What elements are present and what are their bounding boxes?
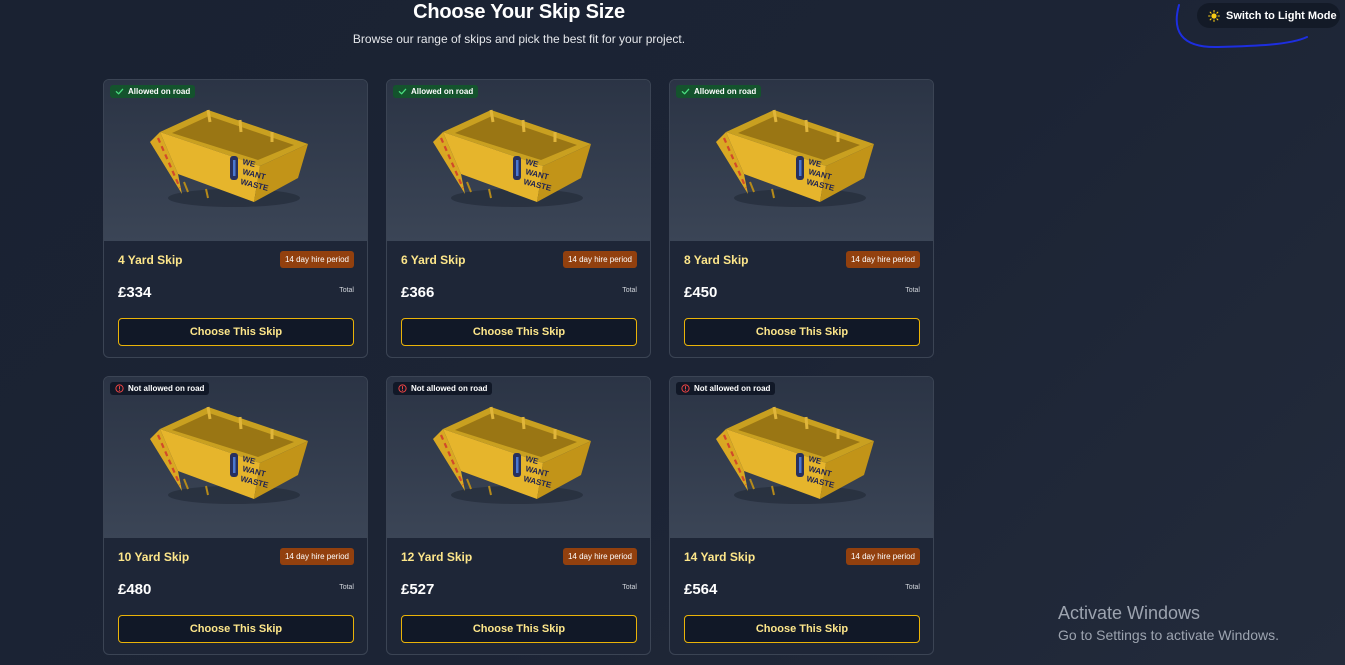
skip-info: 12 Yard Skip 14 day hire period £527 Tot… bbox=[387, 538, 650, 654]
skip-image: WE WANT WASTE bbox=[716, 109, 874, 207]
hire-period-badge: 14 day hire period bbox=[845, 251, 920, 268]
skip-card-6: Not allowed on road WE WANT WASTE 14 Yar… bbox=[669, 376, 934, 655]
hire-period-badge: 14 day hire period bbox=[562, 251, 637, 268]
road-status-label: Allowed on road bbox=[694, 87, 757, 96]
skip-price: £527 bbox=[401, 581, 435, 598]
skip-card-2: Allowed on road WE WANT WASTE 6 Yard Ski… bbox=[386, 79, 651, 358]
choose-skip-button[interactable]: Choose This Skip bbox=[401, 318, 637, 346]
price-total-label: Total bbox=[339, 287, 354, 294]
skip-info: 14 Yard Skip 14 day hire period £564 Tot… bbox=[670, 538, 933, 654]
price-total-label: Total bbox=[339, 584, 354, 591]
skip-image: WE WANT WASTE bbox=[716, 406, 874, 504]
hire-period-badge: 14 day hire period bbox=[845, 548, 920, 565]
sun-icon bbox=[1208, 9, 1220, 22]
skip-name: 14 Yard Skip bbox=[684, 550, 756, 564]
not-allowed-on-road-badge: Not allowed on road bbox=[676, 382, 776, 395]
choose-skip-button[interactable]: Choose This Skip bbox=[118, 318, 354, 346]
road-status-label: Allowed on road bbox=[128, 87, 191, 96]
price-total-label: Total bbox=[905, 584, 920, 591]
price-total-label: Total bbox=[905, 287, 920, 294]
skip-image: WE WANT WASTE bbox=[150, 109, 308, 207]
theme-toggle-label: Switch to Light Mode bbox=[1226, 9, 1337, 22]
page-header: Choose Your Skip Size Browse our range o… bbox=[0, 0, 1038, 46]
skip-card-5: Not allowed on road WE WANT WASTE 12 Yar… bbox=[386, 376, 651, 655]
price-total-label: Total bbox=[622, 584, 637, 591]
check-icon bbox=[681, 88, 690, 95]
skip-name: 10 Yard Skip bbox=[118, 550, 190, 564]
road-status-label: Not allowed on road bbox=[128, 384, 205, 393]
skip-price: £450 bbox=[684, 284, 718, 301]
road-status-label: Not allowed on road bbox=[411, 384, 488, 393]
skip-image-area: Allowed on road WE WANT WASTE bbox=[104, 80, 367, 241]
skip-card-3: Allowed on road WE WANT WASTE 8 Yard Ski… bbox=[669, 79, 934, 358]
skip-name: 12 Yard Skip bbox=[401, 550, 473, 564]
alert-circle-icon bbox=[681, 384, 690, 393]
skip-image-area: Allowed on road WE WANT WASTE bbox=[387, 80, 650, 241]
road-status-label: Not allowed on road bbox=[694, 384, 771, 393]
skip-grid: Allowed on road WE WANT WASTE 4 Yard Ski… bbox=[103, 79, 934, 655]
choose-skip-button[interactable]: Choose This Skip bbox=[684, 615, 920, 643]
skip-card-1: Allowed on road WE WANT WASTE 4 Yard Ski… bbox=[103, 79, 368, 358]
choose-skip-button[interactable]: Choose This Skip bbox=[118, 615, 354, 643]
activate-windows-subtitle: Go to Settings to activate Windows. bbox=[1058, 627, 1279, 643]
not-allowed-on-road-badge: Not allowed on road bbox=[110, 382, 210, 395]
skip-info: 6 Yard Skip 14 day hire period £366 Tota… bbox=[387, 241, 650, 357]
allowed-on-road-badge: Allowed on road bbox=[110, 85, 196, 98]
hire-period-badge: 14 day hire period bbox=[279, 548, 354, 565]
skip-price: £480 bbox=[118, 581, 152, 598]
skip-image-area: Not allowed on road WE WANT WASTE bbox=[104, 377, 367, 538]
check-icon bbox=[398, 88, 407, 95]
theme-toggle-button[interactable]: Switch to Light Mode bbox=[1197, 3, 1340, 28]
hire-period-badge: 14 day hire period bbox=[279, 251, 354, 268]
allowed-on-road-badge: Allowed on road bbox=[393, 85, 479, 98]
page-subtitle: Browse our range of skips and pick the b… bbox=[352, 32, 686, 46]
road-status-label: Allowed on road bbox=[411, 87, 474, 96]
skip-image: WE WANT WASTE bbox=[433, 406, 591, 504]
not-allowed-on-road-badge: Not allowed on road bbox=[393, 382, 493, 395]
skip-price: £366 bbox=[401, 284, 435, 301]
skip-image-area: Not allowed on road WE WANT WASTE bbox=[670, 377, 933, 538]
choose-skip-button[interactable]: Choose This Skip bbox=[684, 318, 920, 346]
skip-image-area: Allowed on road WE WANT WASTE bbox=[670, 80, 933, 241]
skip-info: 8 Yard Skip 14 day hire period £450 Tota… bbox=[670, 241, 933, 357]
alert-circle-icon bbox=[398, 384, 407, 393]
skip-image-area: Not allowed on road WE WANT WASTE bbox=[387, 377, 650, 538]
skip-info: 10 Yard Skip 14 day hire period £480 Tot… bbox=[104, 538, 367, 654]
allowed-on-road-badge: Allowed on road bbox=[676, 85, 762, 98]
price-total-label: Total bbox=[622, 287, 637, 294]
alert-circle-icon bbox=[115, 384, 124, 393]
hire-period-badge: 14 day hire period bbox=[562, 548, 637, 565]
activate-windows-watermark: Activate Windows Go to Settings to activ… bbox=[1058, 603, 1279, 643]
skip-image: WE WANT WASTE bbox=[150, 406, 308, 504]
skip-image: WE WANT WASTE bbox=[433, 109, 591, 207]
skip-name: 8 Yard Skip bbox=[684, 253, 749, 267]
skip-name: 4 Yard Skip bbox=[118, 253, 183, 267]
check-icon bbox=[115, 88, 124, 95]
skip-price: £564 bbox=[684, 581, 718, 598]
skip-info: 4 Yard Skip 14 day hire period £334 Tota… bbox=[104, 241, 367, 357]
activate-windows-title: Activate Windows bbox=[1058, 603, 1201, 623]
skip-name: 6 Yard Skip bbox=[401, 253, 466, 267]
choose-skip-button[interactable]: Choose This Skip bbox=[401, 615, 637, 643]
skip-card-4: Not allowed on road WE WANT WASTE 10 Yar… bbox=[103, 376, 368, 655]
skip-price: £334 bbox=[118, 284, 152, 301]
page-title: Choose Your Skip Size bbox=[413, 1, 625, 23]
